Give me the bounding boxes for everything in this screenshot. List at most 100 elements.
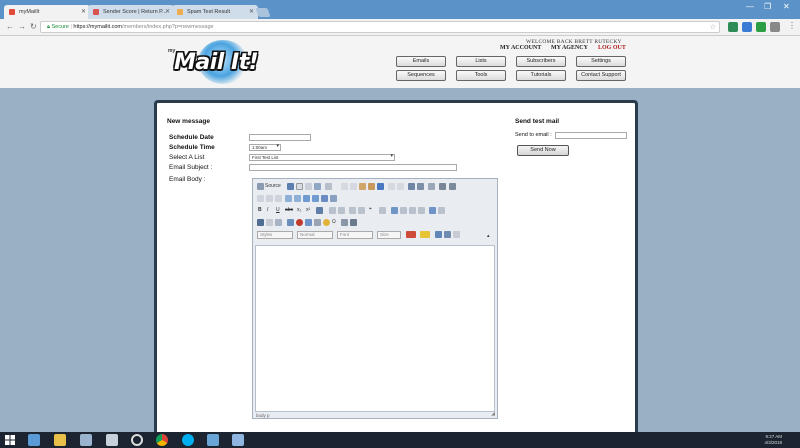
redo-icon[interactable] xyxy=(397,183,404,190)
document-icon[interactable] xyxy=(80,434,92,446)
select-all-icon[interactable] xyxy=(428,183,435,190)
flash-icon[interactable] xyxy=(296,219,303,226)
close-tab-icon[interactable]: ✕ xyxy=(249,5,254,19)
hidden-field-icon[interactable] xyxy=(330,195,337,202)
textarea-icon[interactable] xyxy=(294,195,301,202)
new-tab-button[interactable] xyxy=(255,8,271,17)
extension-green-icon[interactable] xyxy=(728,22,738,32)
select-field-icon[interactable] xyxy=(303,195,310,202)
image-button-icon[interactable] xyxy=(321,195,328,202)
text-color-icon[interactable] xyxy=(406,231,416,238)
subscript-icon[interactable]: x₂ xyxy=(297,207,301,214)
spellcheck-icon[interactable] xyxy=(449,183,456,190)
nav-lists-button[interactable]: Lists xyxy=(456,56,506,67)
taskbar-app-icon[interactable] xyxy=(28,434,40,446)
address-bar[interactable]: 🔒︎ Secure | https://mymailit.com/members… xyxy=(40,21,720,33)
mailit-logo[interactable]: my Mail It! xyxy=(168,40,280,84)
minimize-icon[interactable]: — xyxy=(746,2,754,11)
extension-gray-icon[interactable] xyxy=(770,22,780,32)
resize-handle-icon[interactable]: ◢ xyxy=(491,411,495,417)
form-icon[interactable] xyxy=(257,195,264,202)
paste-word-icon[interactable] xyxy=(377,183,384,190)
extension-blue-icon[interactable] xyxy=(742,22,752,32)
nav-sequences-button[interactable]: Sequences xyxy=(396,70,446,81)
email-subject-field[interactable] xyxy=(249,164,457,171)
cut-icon[interactable] xyxy=(341,183,348,190)
preview-icon[interactable] xyxy=(305,183,312,190)
my-account-link[interactable]: MY ACCOUNT xyxy=(500,45,541,51)
undo-icon[interactable] xyxy=(388,183,395,190)
send-to-email-field[interactable] xyxy=(555,132,627,139)
underline-icon[interactable]: U xyxy=(276,207,280,214)
bookmark-star-icon[interactable]: ☆ xyxy=(710,22,716,33)
windows-start-icon[interactable] xyxy=(4,434,16,446)
taskbar-package-icon[interactable] xyxy=(232,434,244,446)
source-button[interactable]: Source xyxy=(265,183,281,190)
close-tab-icon[interactable]: ✕ xyxy=(81,5,86,19)
bold-icon[interactable]: B xyxy=(258,207,262,214)
tab-spam-test[interactable]: Spam Test Result ✕ xyxy=(172,5,258,19)
page-break-icon[interactable] xyxy=(341,219,348,226)
find-icon[interactable] xyxy=(408,183,415,190)
special-char-icon[interactable]: Ω xyxy=(332,219,336,226)
about-icon[interactable] xyxy=(453,231,460,238)
maximize-icon[interactable]: ❐ xyxy=(764,2,771,11)
new-page-icon[interactable] xyxy=(296,183,303,190)
print-icon[interactable] xyxy=(314,183,321,190)
indent-icon[interactable] xyxy=(358,207,365,214)
file-explorer-icon[interactable] xyxy=(54,434,66,446)
maximize-editor-icon[interactable] xyxy=(435,231,442,238)
back-icon[interactable]: ← xyxy=(6,22,14,31)
nav-emails-button[interactable]: Emails xyxy=(396,56,446,67)
skype-icon[interactable] xyxy=(182,434,194,446)
extension-grammar-icon[interactable] xyxy=(756,22,766,32)
nav-tutorials-button[interactable]: Tutorials xyxy=(516,70,566,81)
nav-tools-button[interactable]: Tools xyxy=(456,70,506,81)
smiley-icon[interactable] xyxy=(323,219,330,226)
numbered-list-icon[interactable] xyxy=(329,207,336,214)
collapse-toolbar-icon[interactable]: ▴ xyxy=(487,233,490,240)
remove-format-icon[interactable] xyxy=(439,183,446,190)
templates-icon[interactable] xyxy=(325,183,332,190)
button-field-icon[interactable] xyxy=(312,195,319,202)
align-right-icon[interactable] xyxy=(409,207,416,214)
outdent-icon[interactable] xyxy=(349,207,356,214)
unlink-icon[interactable] xyxy=(266,219,273,226)
nav-contact-support-button[interactable]: Contact Support xyxy=(576,70,626,81)
rtl-icon[interactable] xyxy=(438,207,445,214)
cortana-icon[interactable] xyxy=(131,434,143,446)
source-icon[interactable] xyxy=(257,183,264,190)
taskbar-tool-icon[interactable] xyxy=(207,434,219,446)
chrome-icon[interactable] xyxy=(156,434,168,446)
show-blocks-icon[interactable] xyxy=(444,231,451,238)
radio-icon[interactable] xyxy=(275,195,282,202)
checkbox-icon[interactable] xyxy=(266,195,273,202)
italic-icon[interactable]: I xyxy=(267,207,268,214)
schedule-time-select[interactable]: 1:00am xyxy=(249,144,281,151)
notepad-icon[interactable] xyxy=(106,434,118,446)
schedule-date-field[interactable] xyxy=(249,134,311,141)
div-container-icon[interactable] xyxy=(379,207,386,214)
styles-dropdown[interactable]: Styles xyxy=(257,231,293,239)
justify-icon[interactable] xyxy=(418,207,425,214)
save-icon[interactable] xyxy=(287,183,294,190)
superscript-icon[interactable]: x² xyxy=(306,207,310,214)
font-dropdown[interactable]: Font xyxy=(337,231,373,239)
format-dropdown[interactable]: Normal xyxy=(297,231,333,239)
close-window-icon[interactable]: ✕ xyxy=(783,2,790,11)
textfield-icon[interactable] xyxy=(285,195,292,202)
paste-icon[interactable] xyxy=(359,183,366,190)
replace-icon[interactable] xyxy=(417,183,424,190)
link-icon[interactable] xyxy=(257,219,264,226)
email-body-editor[interactable] xyxy=(255,245,495,412)
system-clock[interactable]: 9:27 AM 4/3/2018 xyxy=(764,434,782,446)
nav-subscribers-button[interactable]: Subscribers xyxy=(516,56,566,67)
eraser-icon[interactable] xyxy=(316,207,323,214)
blockquote-icon[interactable]: ❝ xyxy=(369,207,372,214)
log-out-link[interactable]: LOG OUT xyxy=(598,45,626,51)
ltr-icon[interactable] xyxy=(429,207,436,214)
list-select[interactable]: First Test List xyxy=(249,154,395,161)
tab-mymailit[interactable]: myMailIt ✕ xyxy=(4,5,90,19)
reload-icon[interactable]: ↻ xyxy=(30,22,37,31)
tab-sender-score[interactable]: Sender Score | Return P... ✕ xyxy=(88,5,174,19)
